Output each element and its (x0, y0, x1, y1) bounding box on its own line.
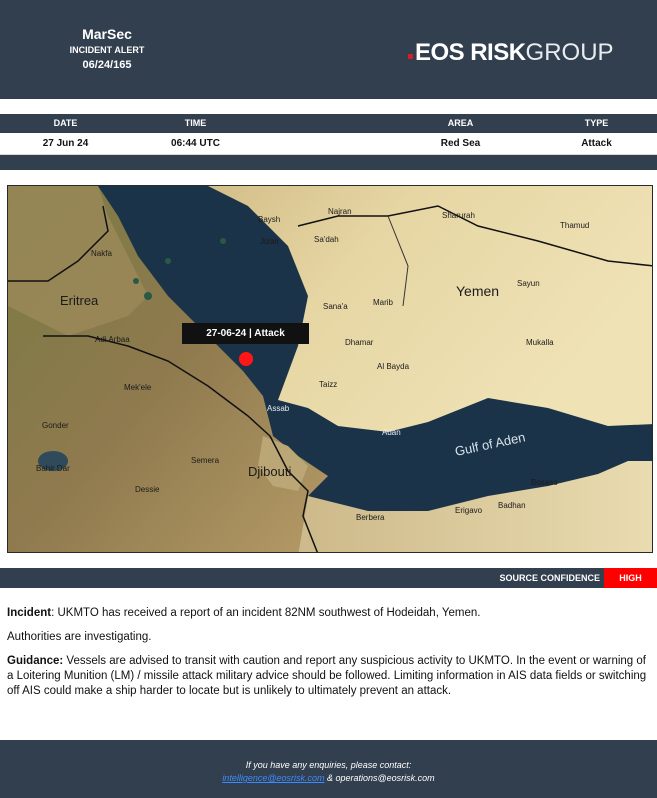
incident-marker-icon[interactable] (239, 352, 253, 366)
divider-bar (0, 155, 657, 170)
label-berbera: Berbera (356, 513, 385, 522)
intelligence-email-link[interactable]: intelligence@eosrisk.com (222, 773, 324, 783)
table-row: 27 Jun 24 06:44 UTC Red Sea Attack (0, 133, 657, 155)
brand-title: MarSec (82, 26, 132, 42)
label-eritrea: Eritrea (60, 293, 99, 308)
island-cluster (144, 292, 152, 300)
brand-block: MarSec INCIDENT ALERT 06/24/165 (32, 26, 182, 73)
source-confidence-label: SOURCE CONFIDENCE (499, 573, 600, 583)
label-djibouti: Djibouti (248, 464, 291, 479)
label-bahir-dar: Bahir Dar (36, 464, 70, 473)
guidance-text: Vessels are advised to transit with caut… (7, 655, 647, 697)
alert-reference: 06/24/165 (82, 59, 132, 71)
status-paragraph: Authorities are investigating. (7, 631, 152, 643)
header-banner: MarSec INCIDENT ALERT 06/24/165 EOS RISK… (0, 0, 657, 99)
logo-group: GROUP (525, 39, 614, 66)
label-erigavo: Erigavo (455, 506, 483, 515)
label-thamud: Thamud (560, 221, 589, 230)
label-semera: Semera (191, 456, 220, 465)
label-marib: Marib (373, 298, 394, 307)
cell-time: 06:44 UTC (171, 138, 220, 149)
label-taizz: Taizz (319, 380, 337, 389)
footer-contact-line: If you have any enquiries, please contac… (245, 760, 412, 770)
label-dhamar: Dhamar (345, 338, 374, 347)
incident-map[interactable]: Eritrea Yemen Djibouti Gulf of Aden Bays… (7, 185, 653, 553)
logo-risk: RISK (470, 39, 526, 66)
label-mukalla: Mukalla (526, 338, 554, 347)
header-date: DATE (53, 118, 78, 128)
island-cluster (165, 258, 171, 264)
island-cluster (133, 278, 139, 284)
operations-email-text: & operations@eosrisk.com (324, 773, 435, 783)
cell-type: Attack (581, 138, 612, 149)
logo-eos: EOS (415, 39, 465, 66)
label-assab: Assab (267, 404, 290, 413)
label-sadah: Sa'dah (314, 235, 339, 244)
incident-details: Incident: UKMTO has received a report of… (7, 606, 647, 708)
table-header-row: DATE TIME AREA TYPE (0, 114, 657, 133)
guidance-paragraph: Guidance: Vessels are advised to transit… (7, 654, 647, 699)
label-yemen: Yemen (456, 283, 499, 299)
label-adi-arbaa: Adi Arbaa (95, 335, 130, 344)
label-gonder: Gonder (42, 421, 69, 430)
label-badhan: Badhan (498, 501, 526, 510)
incident-label: Incident (7, 607, 52, 619)
incident-text: : UKMTO has received a report of an inci… (51, 607, 481, 619)
source-confidence-bar: SOURCE CONFIDENCE HIGH (0, 568, 657, 588)
label-sharurah: Sharurah (442, 211, 475, 220)
header-type: TYPE (584, 118, 609, 128)
label-dessie: Dessie (135, 485, 160, 494)
map-graphic: Eritrea Yemen Djibouti Gulf of Aden Bays… (8, 186, 652, 552)
guidance-label: Guidance: (7, 655, 64, 667)
incident-table: DATE TIME AREA TYPE 27 Jun 24 06:44 UTC … (0, 114, 657, 155)
header-area: AREA (447, 118, 474, 128)
eos-risk-group-logo: EOS RISK GROUP (408, 38, 614, 68)
header-time: TIME (184, 118, 207, 128)
label-nakfa: Nakfa (91, 249, 112, 258)
incident-callout: 27-06-24 | Attack (182, 323, 309, 344)
label-sanaa: Sana'a (323, 302, 348, 311)
label-jizan: Jizan (260, 237, 279, 246)
label-al-bayda: Al Bayda (377, 362, 410, 371)
incident-paragraph: Incident: UKMTO has received a report of… (7, 606, 647, 621)
label-najran: Najran (328, 207, 352, 216)
logo-mark-icon (408, 54, 413, 59)
cell-date: 27 Jun 24 (42, 138, 89, 149)
label-bosaso: Bosaso (531, 478, 558, 487)
label-baysh: Baysh (258, 215, 280, 224)
island-cluster (220, 238, 226, 244)
label-sayun: Sayun (517, 279, 540, 288)
alert-subtitle: INCIDENT ALERT (69, 45, 145, 55)
cell-area: Red Sea (440, 138, 481, 149)
source-confidence-value: HIGH (604, 568, 657, 588)
footer-emails: intelligence@eosrisk.com & operations@eo… (0, 773, 657, 783)
footer: If you have any enquiries, please contac… (0, 740, 657, 798)
label-mekele: Mek'ele (124, 383, 152, 392)
label-aden: Adan (382, 428, 401, 437)
